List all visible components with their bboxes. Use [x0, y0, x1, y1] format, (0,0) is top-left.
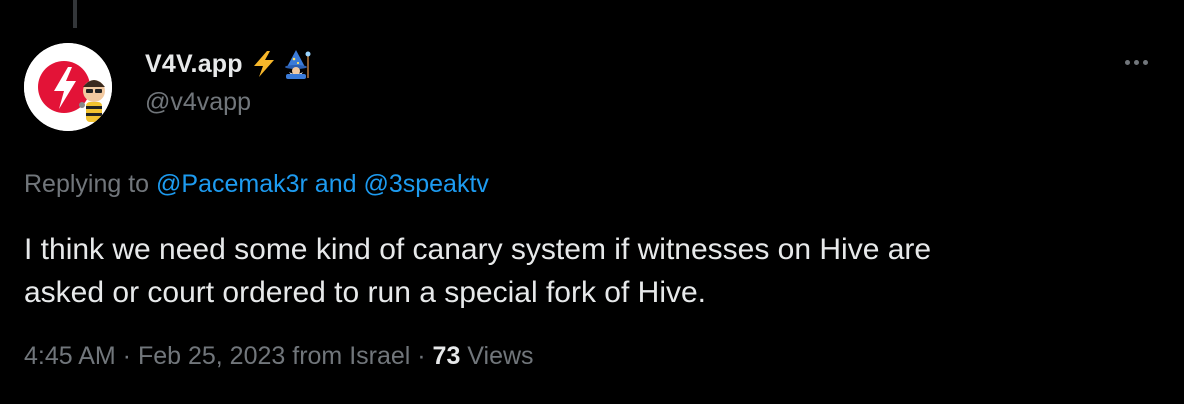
replying-to-line: Replying to @Pacemak3r and @3speaktv: [24, 170, 489, 199]
replying-to-label: Replying to: [24, 170, 157, 198]
mention-3speaktv[interactable]: @3speaktv: [363, 170, 488, 198]
avatar[interactable]: [24, 43, 112, 131]
tweet-text-line: I think we need some kind of canary syst…: [24, 233, 932, 266]
mention-pacemak3r[interactable]: @Pacemak3r: [156, 170, 308, 198]
tweet-time[interactable]: 4:45 AM: [24, 342, 116, 370]
tweet-location: from Israel: [285, 342, 411, 370]
tweet-date[interactable]: Feb 25, 2023: [138, 342, 285, 370]
tweet-text: I think we need some kind of canary syst…: [24, 228, 1144, 314]
more-dot: [1142, 59, 1148, 65]
author-display-name[interactable]: V4V.app: [145, 50, 243, 79]
more-dot: [1124, 59, 1130, 65]
more-dot: [1133, 59, 1139, 65]
more-options-button[interactable]: [1118, 48, 1154, 76]
wizard-icon: [281, 49, 313, 79]
avatar-image: [24, 43, 112, 131]
views-count[interactable]: 73: [433, 342, 461, 370]
meta-separator: ·: [410, 342, 433, 370]
lightning-icon: [251, 50, 277, 78]
tweet-text-line: asked or court ordered to run a special …: [24, 276, 707, 309]
tweet-meta: 4:45 AM · Feb 25, 2023 from Israel · 73 …: [24, 342, 534, 371]
thread-connector-line: [73, 0, 77, 28]
author-handle[interactable]: @v4vapp: [145, 88, 251, 117]
meta-separator: ·: [115, 342, 138, 370]
views-label[interactable]: Views: [460, 342, 533, 370]
mention-connector[interactable]: and: [308, 170, 364, 198]
author-name-row[interactable]: V4V.app: [145, 46, 313, 82]
